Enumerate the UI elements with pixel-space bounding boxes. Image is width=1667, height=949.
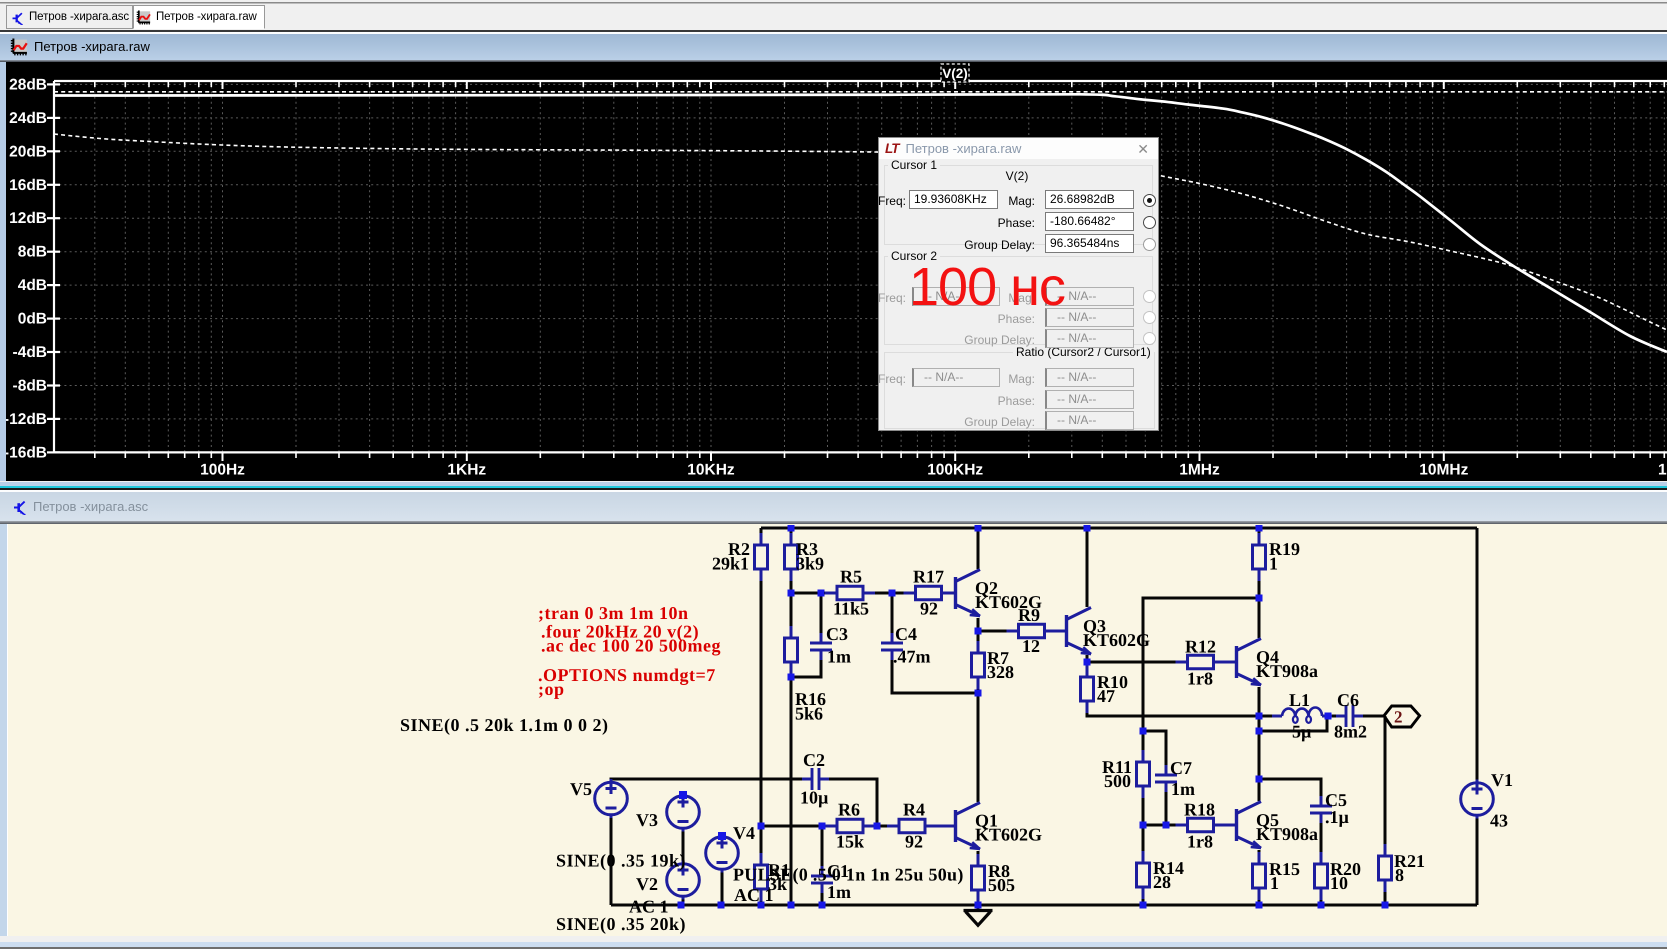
svg-text:29k1: 29k1	[712, 553, 749, 573]
svg-text:R18: R18	[1184, 799, 1215, 819]
svg-text:R17: R17	[913, 566, 944, 586]
svg-text:1MHz: 1MHz	[1179, 461, 1220, 478]
svg-text:8m2: 8m2	[1334, 721, 1367, 741]
svg-text:.OPTIONS numdgt=7: .OPTIONS numdgt=7	[538, 665, 716, 685]
svg-text:R6: R6	[838, 799, 860, 819]
svg-text:AC 1: AC 1	[734, 885, 774, 905]
svg-text:5µ: 5µ	[1292, 721, 1312, 741]
svg-text:-4dB: -4dB	[13, 344, 47, 361]
svg-text:92: 92	[920, 598, 938, 618]
svg-text:15k: 15k	[836, 831, 864, 851]
svg-text:1r8: 1r8	[1187, 831, 1213, 851]
svg-text:1m: 1m	[827, 882, 851, 902]
svg-text:100KHz: 100KHz	[927, 461, 983, 478]
svg-text:C6: C6	[1337, 690, 1359, 710]
svg-text:;tran 0 3m 1m 10n: ;tran 0 3m 1m 10n	[538, 603, 689, 623]
svg-text:1: 1	[1270, 873, 1279, 893]
svg-text:V(2): V(2)	[942, 66, 968, 81]
svg-text:3k9: 3k9	[796, 553, 824, 573]
svg-text:505: 505	[988, 875, 1015, 895]
svg-text:1r8: 1r8	[1187, 668, 1213, 688]
svg-text:28dB: 28dB	[9, 76, 47, 93]
svg-text:100Hz: 100Hz	[200, 461, 245, 478]
svg-text:10: 10	[1330, 873, 1348, 893]
svg-text:V1: V1	[1491, 770, 1513, 790]
svg-text:4dB: 4dB	[18, 277, 47, 294]
svg-text:12dB: 12dB	[9, 210, 47, 227]
svg-text:11k5: 11k5	[833, 598, 869, 618]
svg-text:24dB: 24dB	[9, 110, 47, 127]
svg-text:V5: V5	[570, 779, 592, 799]
svg-text:5k6: 5k6	[795, 703, 823, 723]
svg-text:V4: V4	[733, 823, 755, 843]
svg-text:KT908a: KT908a	[1256, 824, 1318, 844]
svg-text:.1µ: .1µ	[1325, 807, 1350, 827]
svg-text:28: 28	[1153, 872, 1171, 892]
svg-text:PULSE(0 .5 0 1n 1n 25u 50u): PULSE(0 .5 0 1n 1n 25u 50u)	[733, 864, 964, 884]
svg-text:-16dB: -16dB	[6, 444, 47, 461]
svg-text:10µ: 10µ	[800, 787, 829, 807]
svg-text:16dB: 16dB	[9, 177, 47, 194]
svg-text:8: 8	[1395, 865, 1404, 885]
svg-text:KT602G: KT602G	[975, 824, 1042, 844]
svg-text:SINE(0 .35 20k): SINE(0 .35 20k)	[556, 914, 686, 934]
svg-text:43: 43	[1490, 810, 1508, 830]
svg-text:10MHz: 10MHz	[1419, 461, 1468, 478]
svg-text:R9: R9	[1018, 605, 1040, 625]
svg-text:-8dB: -8dB	[13, 377, 47, 394]
svg-text:R5: R5	[840, 566, 862, 586]
svg-text:.47m: .47m	[893, 646, 931, 666]
svg-text:KT908a: KT908a	[1256, 661, 1318, 681]
svg-text:1: 1	[1658, 461, 1667, 478]
svg-text:500: 500	[1104, 771, 1131, 791]
svg-text:SINE(0 .35 19k): SINE(0 .35 19k)	[556, 850, 686, 870]
svg-text:1m: 1m	[1171, 779, 1195, 799]
svg-text:-12dB: -12dB	[6, 411, 47, 428]
svg-text:1: 1	[1269, 553, 1278, 573]
svg-text:2: 2	[1394, 707, 1403, 726]
svg-text:C2: C2	[803, 750, 825, 770]
svg-text:92: 92	[905, 831, 923, 851]
svg-text:328: 328	[987, 662, 1014, 682]
svg-text:.ac dec 100 20 500meg: .ac dec 100 20 500meg	[541, 635, 721, 655]
svg-text:V2: V2	[636, 874, 658, 894]
svg-text:12: 12	[1022, 636, 1040, 656]
svg-text:0dB: 0dB	[18, 311, 47, 328]
svg-text:V3: V3	[636, 810, 658, 830]
svg-text:C4: C4	[895, 624, 917, 644]
svg-text:SINE(0 .5 20k 1.1m 0 0 2): SINE(0 .5 20k 1.1m 0 0 2)	[400, 715, 609, 735]
svg-text:R12: R12	[1185, 636, 1216, 656]
svg-text:C3: C3	[826, 624, 848, 644]
svg-text:1m: 1m	[827, 646, 851, 666]
svg-text:8dB: 8dB	[18, 244, 47, 261]
svg-text:R4: R4	[903, 799, 925, 819]
svg-text:;op: ;op	[538, 679, 565, 699]
svg-text:47: 47	[1097, 686, 1115, 706]
svg-text:10KHz: 10KHz	[687, 461, 735, 478]
svg-text:1KHz: 1KHz	[447, 461, 486, 478]
svg-text:20dB: 20dB	[9, 143, 47, 160]
svg-text:KT602G: KT602G	[1083, 630, 1150, 650]
svg-text:L1: L1	[1289, 690, 1310, 710]
svg-text:C7: C7	[1170, 758, 1192, 778]
